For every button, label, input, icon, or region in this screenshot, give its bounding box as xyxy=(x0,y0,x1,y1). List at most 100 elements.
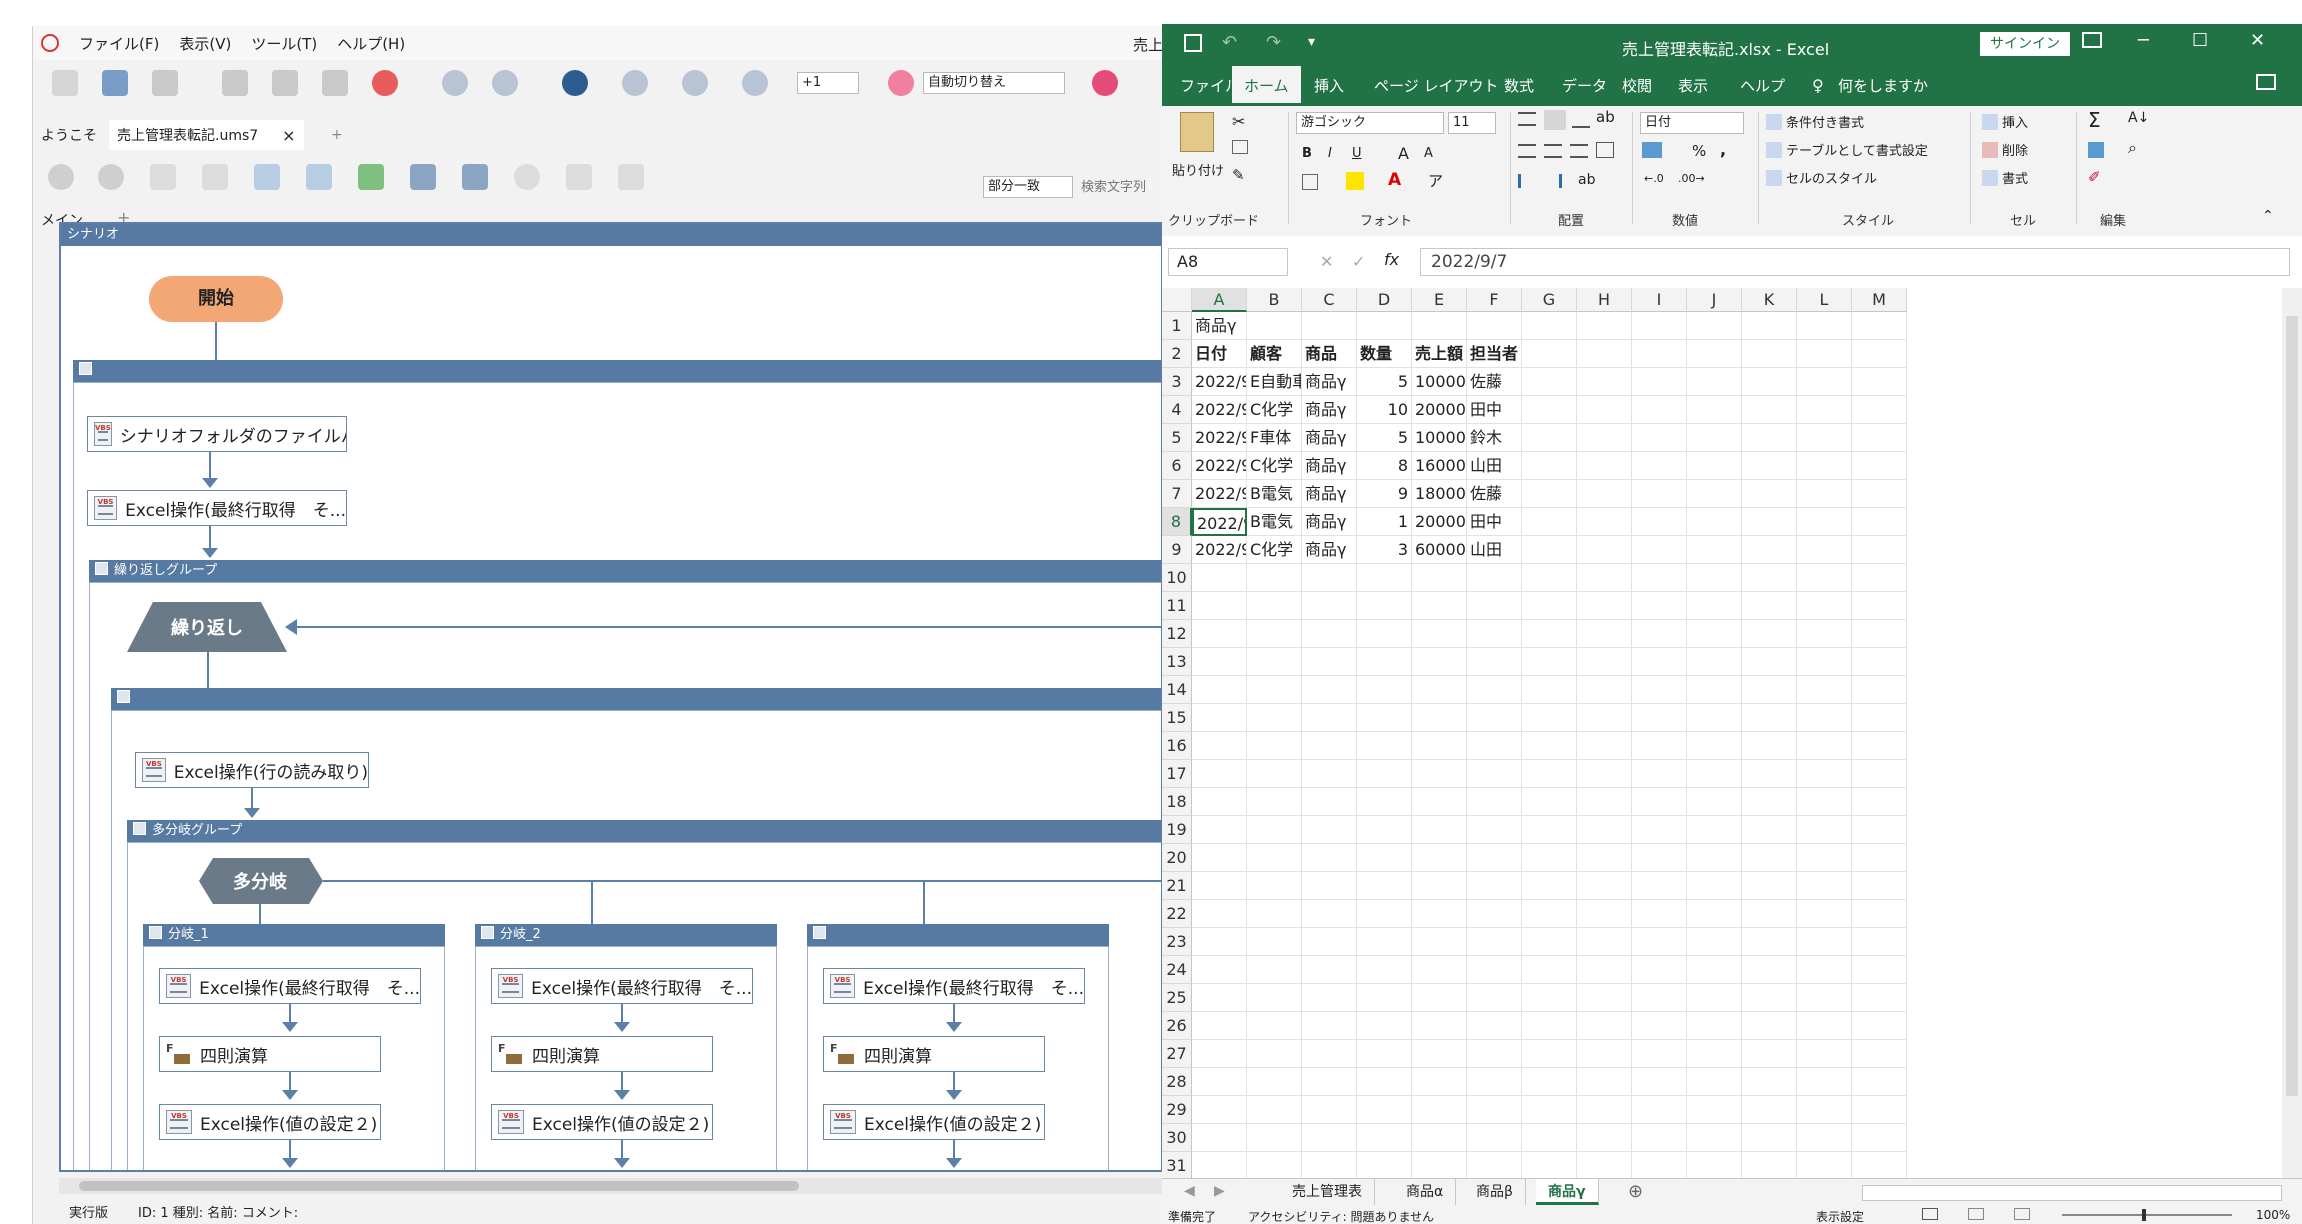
column-header-i[interactable]: I xyxy=(1632,288,1687,312)
cell[interactable] xyxy=(1687,928,1742,956)
cell[interactable] xyxy=(1852,396,1907,424)
insert-cells-button[interactable]: 挿入 xyxy=(1982,112,2028,131)
cell[interactable] xyxy=(1797,788,1852,816)
cell[interactable] xyxy=(1302,620,1357,648)
tab-view[interactable]: 表示 xyxy=(1666,66,1720,106)
cell[interactable] xyxy=(1192,564,1247,592)
cell[interactable] xyxy=(1797,340,1852,368)
cell[interactable] xyxy=(1632,872,1687,900)
sort-filter-icon[interactable]: A↓ xyxy=(2128,110,2149,126)
cell[interactable] xyxy=(1797,396,1852,424)
cell[interactable]: 5 xyxy=(1357,368,1412,396)
cell[interactable] xyxy=(1632,480,1687,508)
cell[interactable] xyxy=(1687,396,1742,424)
row-header[interactable]: 2 xyxy=(1162,340,1192,368)
cell[interactable] xyxy=(1522,1040,1577,1068)
cell[interactable] xyxy=(1852,816,1907,844)
font-name-select[interactable]: 游ゴシック xyxy=(1296,112,1444,134)
cell[interactable] xyxy=(1192,788,1247,816)
cell[interactable] xyxy=(1247,648,1302,676)
font-size-select[interactable]: 11 xyxy=(1448,112,1496,134)
swap-button[interactable] xyxy=(557,156,601,198)
tab-help[interactable]: ヘルプ xyxy=(1728,66,1797,106)
mode-select[interactable]: 自動切り替え xyxy=(923,72,1065,94)
cell[interactable] xyxy=(1852,872,1907,900)
tab-formulas[interactable]: 数式 xyxy=(1492,66,1546,106)
cell[interactable] xyxy=(1247,788,1302,816)
copy-button[interactable] xyxy=(263,62,307,104)
cell[interactable] xyxy=(1797,424,1852,452)
cell[interactable]: 商品γ xyxy=(1302,424,1357,452)
row-header[interactable]: 21 xyxy=(1162,872,1192,900)
close-button[interactable]: ✕ xyxy=(2250,30,2265,51)
cell[interactable] xyxy=(1687,1096,1742,1124)
cell[interactable] xyxy=(1522,900,1577,928)
cell[interactable] xyxy=(1302,984,1357,1012)
cell[interactable]: 商品γ xyxy=(1302,536,1357,564)
cell[interactable] xyxy=(1467,620,1522,648)
cell[interactable]: B電気 xyxy=(1247,480,1302,508)
cell[interactable]: 3 xyxy=(1357,536,1412,564)
scrollbar-thumb[interactable] xyxy=(2286,316,2298,1096)
window-button[interactable] xyxy=(297,156,341,198)
cell[interactable] xyxy=(1742,368,1797,396)
cell[interactable] xyxy=(1577,984,1632,1012)
cell[interactable] xyxy=(1247,1068,1302,1096)
cell[interactable] xyxy=(1577,592,1632,620)
new-file-button[interactable] xyxy=(43,62,87,104)
cell[interactable] xyxy=(1797,676,1852,704)
tab-review[interactable]: 校閲 xyxy=(1610,66,1664,106)
match-mode-select[interactable]: 部分一致 xyxy=(983,176,1073,198)
cell[interactable] xyxy=(1797,1068,1852,1096)
cell[interactable] xyxy=(1247,676,1302,704)
cell[interactable] xyxy=(1852,340,1907,368)
cell[interactable] xyxy=(1797,1012,1852,1040)
target-button[interactable] xyxy=(609,156,653,198)
cell[interactable] xyxy=(1632,368,1687,396)
cell[interactable] xyxy=(1522,732,1577,760)
formula-input[interactable]: 2022/9/7 xyxy=(1420,248,2290,276)
pause-button[interactable] xyxy=(673,62,717,104)
row-header[interactable]: 22 xyxy=(1162,900,1192,928)
percent-icon[interactable]: % xyxy=(1692,142,1706,160)
cell[interactable] xyxy=(1577,620,1632,648)
cell[interactable] xyxy=(1522,452,1577,480)
cell[interactable]: 商品γ xyxy=(1302,368,1357,396)
cell[interactable] xyxy=(1742,676,1797,704)
cell[interactable] xyxy=(1357,1068,1412,1096)
cell[interactable] xyxy=(1357,844,1412,872)
cell[interactable] xyxy=(1632,704,1687,732)
cell[interactable] xyxy=(1192,816,1247,844)
cancel-icon[interactable]: ✕ xyxy=(1320,252,1333,271)
record-button[interactable] xyxy=(879,62,923,104)
cell[interactable] xyxy=(1687,312,1742,340)
cell[interactable] xyxy=(1247,1124,1302,1152)
cell[interactable] xyxy=(1522,620,1577,648)
cell[interactable] xyxy=(1577,1068,1632,1096)
loop-group-bar[interactable]: 繰り返しグループ xyxy=(89,560,1161,582)
cell[interactable] xyxy=(1412,844,1467,872)
cell[interactable]: 1000000 xyxy=(1412,368,1467,396)
cell[interactable] xyxy=(1412,872,1467,900)
cell[interactable] xyxy=(1412,928,1467,956)
cell[interactable]: 1800000 xyxy=(1412,480,1467,508)
cell[interactable] xyxy=(1467,564,1522,592)
row-header[interactable]: 23 xyxy=(1162,928,1192,956)
vertical-scrollbar[interactable] xyxy=(2282,288,2302,1178)
cell[interactable] xyxy=(1467,676,1522,704)
column-header-b[interactable]: B xyxy=(1247,288,1302,312)
cell[interactable] xyxy=(1687,788,1742,816)
cell[interactable] xyxy=(1467,732,1522,760)
cell[interactable] xyxy=(1797,1124,1852,1152)
phonetic-icon[interactable]: ア xyxy=(1428,170,1443,191)
cell[interactable] xyxy=(1852,424,1907,452)
cell[interactable] xyxy=(1852,984,1907,1012)
fill-icon[interactable] xyxy=(2088,142,2104,158)
cell[interactable] xyxy=(1522,508,1577,536)
row-header[interactable]: 28 xyxy=(1162,1068,1192,1096)
paste-button[interactable]: 貼り付け xyxy=(1172,160,1224,179)
cell[interactable] xyxy=(1467,956,1522,984)
upload-button[interactable] xyxy=(349,156,393,198)
cell[interactable] xyxy=(1192,676,1247,704)
branch2-bar[interactable]: 分岐_2 xyxy=(475,924,777,946)
